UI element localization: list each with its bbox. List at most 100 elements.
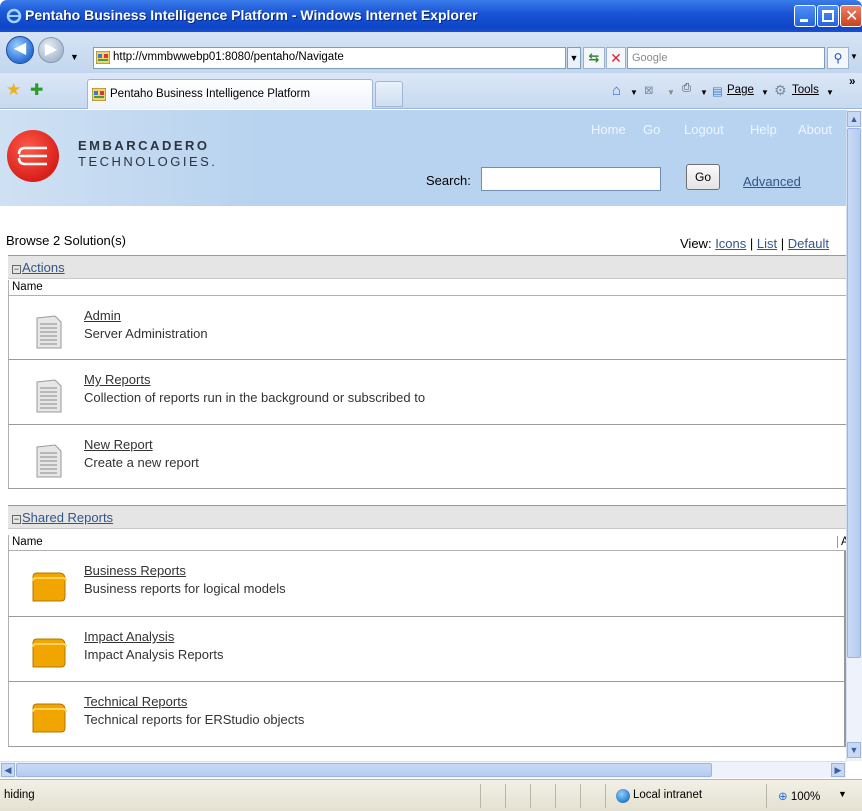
section-title-shared-reports[interactable]: − Shared Reports bbox=[12, 510, 113, 525]
web-search-placeholder: Google bbox=[632, 52, 668, 64]
page-icon bbox=[92, 88, 106, 101]
print-dropdown-icon[interactable]: ▼ bbox=[700, 88, 708, 97]
list-item-admin[interactable]: Admin Server Administration bbox=[8, 296, 846, 360]
add-favorites-icon[interactable]: ✚ bbox=[30, 80, 43, 100]
status-divider bbox=[580, 784, 581, 808]
list-item-my-reports[interactable]: My Reports Collection of reports run in … bbox=[8, 360, 846, 425]
column-header-name: Name A bbox=[8, 535, 846, 551]
item-title[interactable]: Admin bbox=[84, 308, 121, 323]
zoom-dropdown-icon[interactable]: ▼ bbox=[838, 789, 847, 799]
item-description: Collection of reports run in the backgro… bbox=[84, 390, 426, 405]
scroll-left-icon[interactable]: ◀ bbox=[1, 763, 15, 777]
status-text: hiding bbox=[4, 789, 35, 801]
item-description: Impact Analysis Reports bbox=[84, 647, 224, 662]
item-title[interactable]: New Report bbox=[84, 437, 153, 452]
status-bar: hiding Local intranet ⊕ 100% ▼ bbox=[0, 779, 862, 811]
page-content: EMBARCADERO TECHNOLOGIES. Home Go Logout… bbox=[0, 110, 846, 761]
status-divider bbox=[505, 784, 506, 808]
section-header-actions[interactable]: − Actions bbox=[8, 255, 846, 279]
print-icon[interactable]: ⎙ bbox=[682, 82, 691, 95]
view-icons-link[interactable]: Icons bbox=[715, 236, 746, 251]
item-description: Technical reports for ERStudio objects bbox=[84, 712, 305, 727]
gear-icon: ⚙ bbox=[774, 82, 787, 98]
favorites-star-icon[interactable]: ★ bbox=[6, 80, 21, 100]
address-field[interactable]: http://vmmbwwebp01:8080/pentaho/Navigate bbox=[93, 47, 566, 69]
page-menu[interactable]: Page bbox=[727, 84, 754, 96]
view-label: View: bbox=[680, 236, 712, 251]
view-separator: | bbox=[749, 236, 754, 251]
list-item-technical-reports[interactable]: Technical Reports Technical reports for … bbox=[8, 682, 846, 747]
folder-icon bbox=[32, 572, 67, 602]
address-dropdown-icon[interactable]: ▼ bbox=[567, 47, 581, 69]
column-header-name: Name bbox=[8, 280, 846, 296]
status-divider bbox=[530, 784, 531, 808]
section-header-shared-reports[interactable]: − Shared Reports bbox=[8, 505, 846, 529]
vertical-scroll-thumb[interactable] bbox=[847, 128, 861, 658]
tools-menu-dropdown-icon[interactable]: ▼ bbox=[826, 88, 834, 97]
nav-home-link[interactable]: Home bbox=[591, 122, 626, 137]
search-input[interactable] bbox=[481, 167, 661, 191]
view-separator: | bbox=[780, 236, 785, 251]
list-item-impact-analysis[interactable]: Impact Analysis Impact Analysis Reports bbox=[8, 617, 846, 682]
scroll-right-icon[interactable]: ▶ bbox=[831, 763, 845, 777]
minimize-button[interactable] bbox=[794, 5, 816, 27]
new-tab-button[interactable] bbox=[375, 81, 403, 107]
go-button[interactable]: Go bbox=[686, 164, 720, 190]
search-label: Search: bbox=[426, 173, 471, 188]
feeds-dropdown-icon[interactable]: ▼ bbox=[667, 88, 675, 97]
item-title[interactable]: My Reports bbox=[84, 372, 150, 387]
nav-go-link[interactable]: Go bbox=[643, 122, 660, 137]
nav-logout-link[interactable]: Logout bbox=[684, 122, 724, 137]
search-options-dropdown-icon[interactable]: ▼ bbox=[850, 47, 860, 69]
home-icon[interactable]: ⌂ bbox=[612, 82, 621, 99]
status-divider bbox=[766, 784, 767, 808]
web-search-input[interactable]: Google bbox=[627, 47, 825, 69]
folder-icon bbox=[32, 703, 67, 733]
item-title[interactable]: Business Reports bbox=[84, 563, 186, 578]
feeds-icon[interactable]: ⊠ bbox=[644, 83, 654, 97]
browser-window: Pentaho Business Intelligence Platform -… bbox=[0, 0, 862, 811]
list-item-business-reports[interactable]: Business Reports Business reports for lo… bbox=[8, 551, 846, 617]
item-description: Server Administration bbox=[84, 326, 208, 341]
back-arrow-icon: ◀ bbox=[13, 40, 27, 57]
view-default-link[interactable]: Default bbox=[788, 236, 829, 251]
item-title[interactable]: Technical Reports bbox=[84, 694, 187, 709]
column-name-label: Name bbox=[12, 281, 43, 293]
advanced-search-link[interactable]: Advanced bbox=[743, 174, 801, 189]
window-title: Pentaho Business Intelligence Platform -… bbox=[25, 7, 478, 23]
back-button[interactable]: ◀ bbox=[6, 36, 34, 64]
tab-title: Pentaho Business Intelligence Platform bbox=[110, 88, 311, 100]
refresh-button[interactable]: ⇆ bbox=[583, 47, 605, 69]
item-title[interactable]: Impact Analysis bbox=[84, 629, 174, 644]
scroll-up-icon[interactable]: ▲ bbox=[847, 111, 861, 127]
maximize-button[interactable] bbox=[817, 5, 839, 27]
page-menu-dropdown-icon[interactable]: ▼ bbox=[761, 88, 769, 97]
close-button[interactable]: ✕ bbox=[840, 5, 862, 27]
nav-about-link[interactable]: About bbox=[798, 122, 832, 137]
document-icon bbox=[36, 315, 62, 349]
forward-button[interactable]: ▶ bbox=[38, 37, 64, 63]
folder-icon bbox=[32, 638, 67, 668]
search-icon[interactable]: ⚲ bbox=[827, 47, 849, 69]
status-divider bbox=[555, 784, 556, 808]
browse-title: Browse 2 Solution(s) bbox=[6, 233, 126, 248]
section-title-actions[interactable]: − Actions bbox=[12, 260, 65, 275]
zoom-level[interactable]: ⊕ 100% bbox=[778, 789, 820, 803]
logo-mark-icon bbox=[17, 146, 47, 166]
stop-button[interactable]: ✕ bbox=[606, 47, 626, 69]
scroll-down-icon[interactable]: ▼ bbox=[847, 742, 861, 758]
tab-pentaho[interactable]: Pentaho Business Intelligence Platform bbox=[87, 79, 373, 109]
page-icon bbox=[96, 51, 110, 64]
globe-icon bbox=[616, 789, 630, 803]
nav-help-link[interactable]: Help bbox=[750, 122, 777, 137]
view-list-link[interactable]: List bbox=[757, 236, 777, 251]
tools-menu[interactable]: Tools bbox=[792, 84, 819, 96]
history-dropdown-icon[interactable]: ▼ bbox=[70, 52, 79, 62]
ie-icon bbox=[6, 8, 22, 24]
address-text: http://vmmbwwebp01:8080/pentaho/Navigate bbox=[113, 51, 344, 63]
chevron-right-icon[interactable]: » bbox=[849, 76, 855, 88]
horizontal-scroll-thumb[interactable] bbox=[16, 763, 712, 777]
home-dropdown-icon[interactable]: ▼ bbox=[630, 88, 638, 97]
list-item-new-report[interactable]: New Report Create a new report bbox=[8, 425, 846, 489]
column-name-label: Name bbox=[12, 536, 43, 548]
